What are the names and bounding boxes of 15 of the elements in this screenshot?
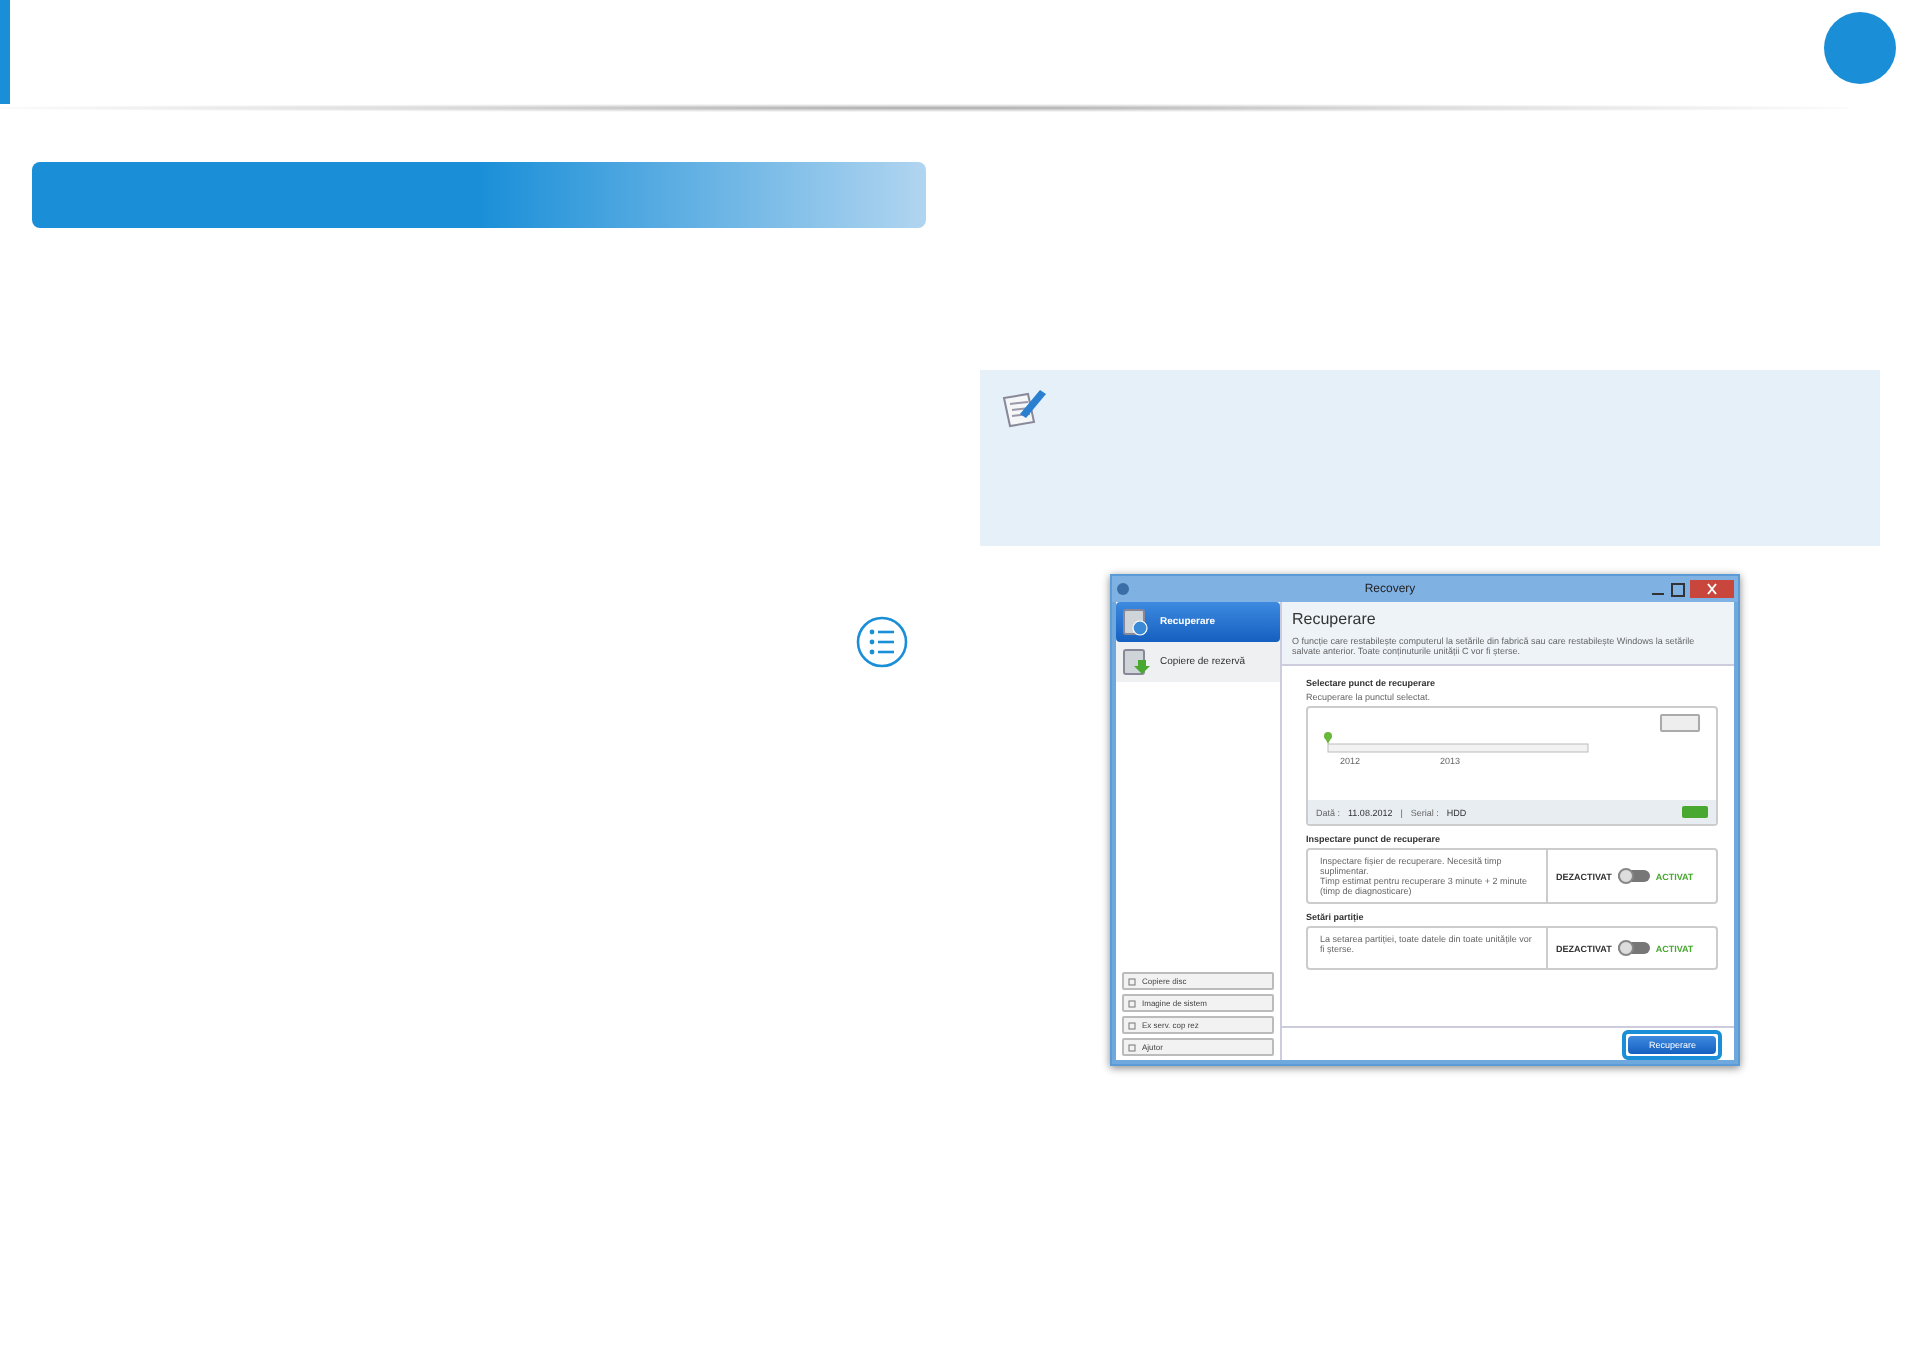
toggle-switch[interactable]	[1617, 870, 1650, 882]
square-icon	[1128, 1043, 1136, 1051]
page-badge	[1824, 12, 1896, 84]
square-icon	[1128, 977, 1136, 985]
square-icon	[1128, 1021, 1136, 1029]
maximize-icon[interactable]	[1670, 581, 1686, 597]
list-icon	[856, 616, 908, 668]
page-title: Recuperare	[1292, 610, 1378, 628]
square-icon	[1128, 999, 1136, 1007]
toggle-switch[interactable]	[1617, 942, 1650, 954]
app-icon	[1116, 582, 1130, 596]
note-pencil-icon	[1000, 386, 1048, 430]
pin-marker[interactable]	[1324, 732, 1332, 744]
drive-download-icon	[1122, 648, 1150, 676]
accent-bar	[0, 0, 10, 106]
